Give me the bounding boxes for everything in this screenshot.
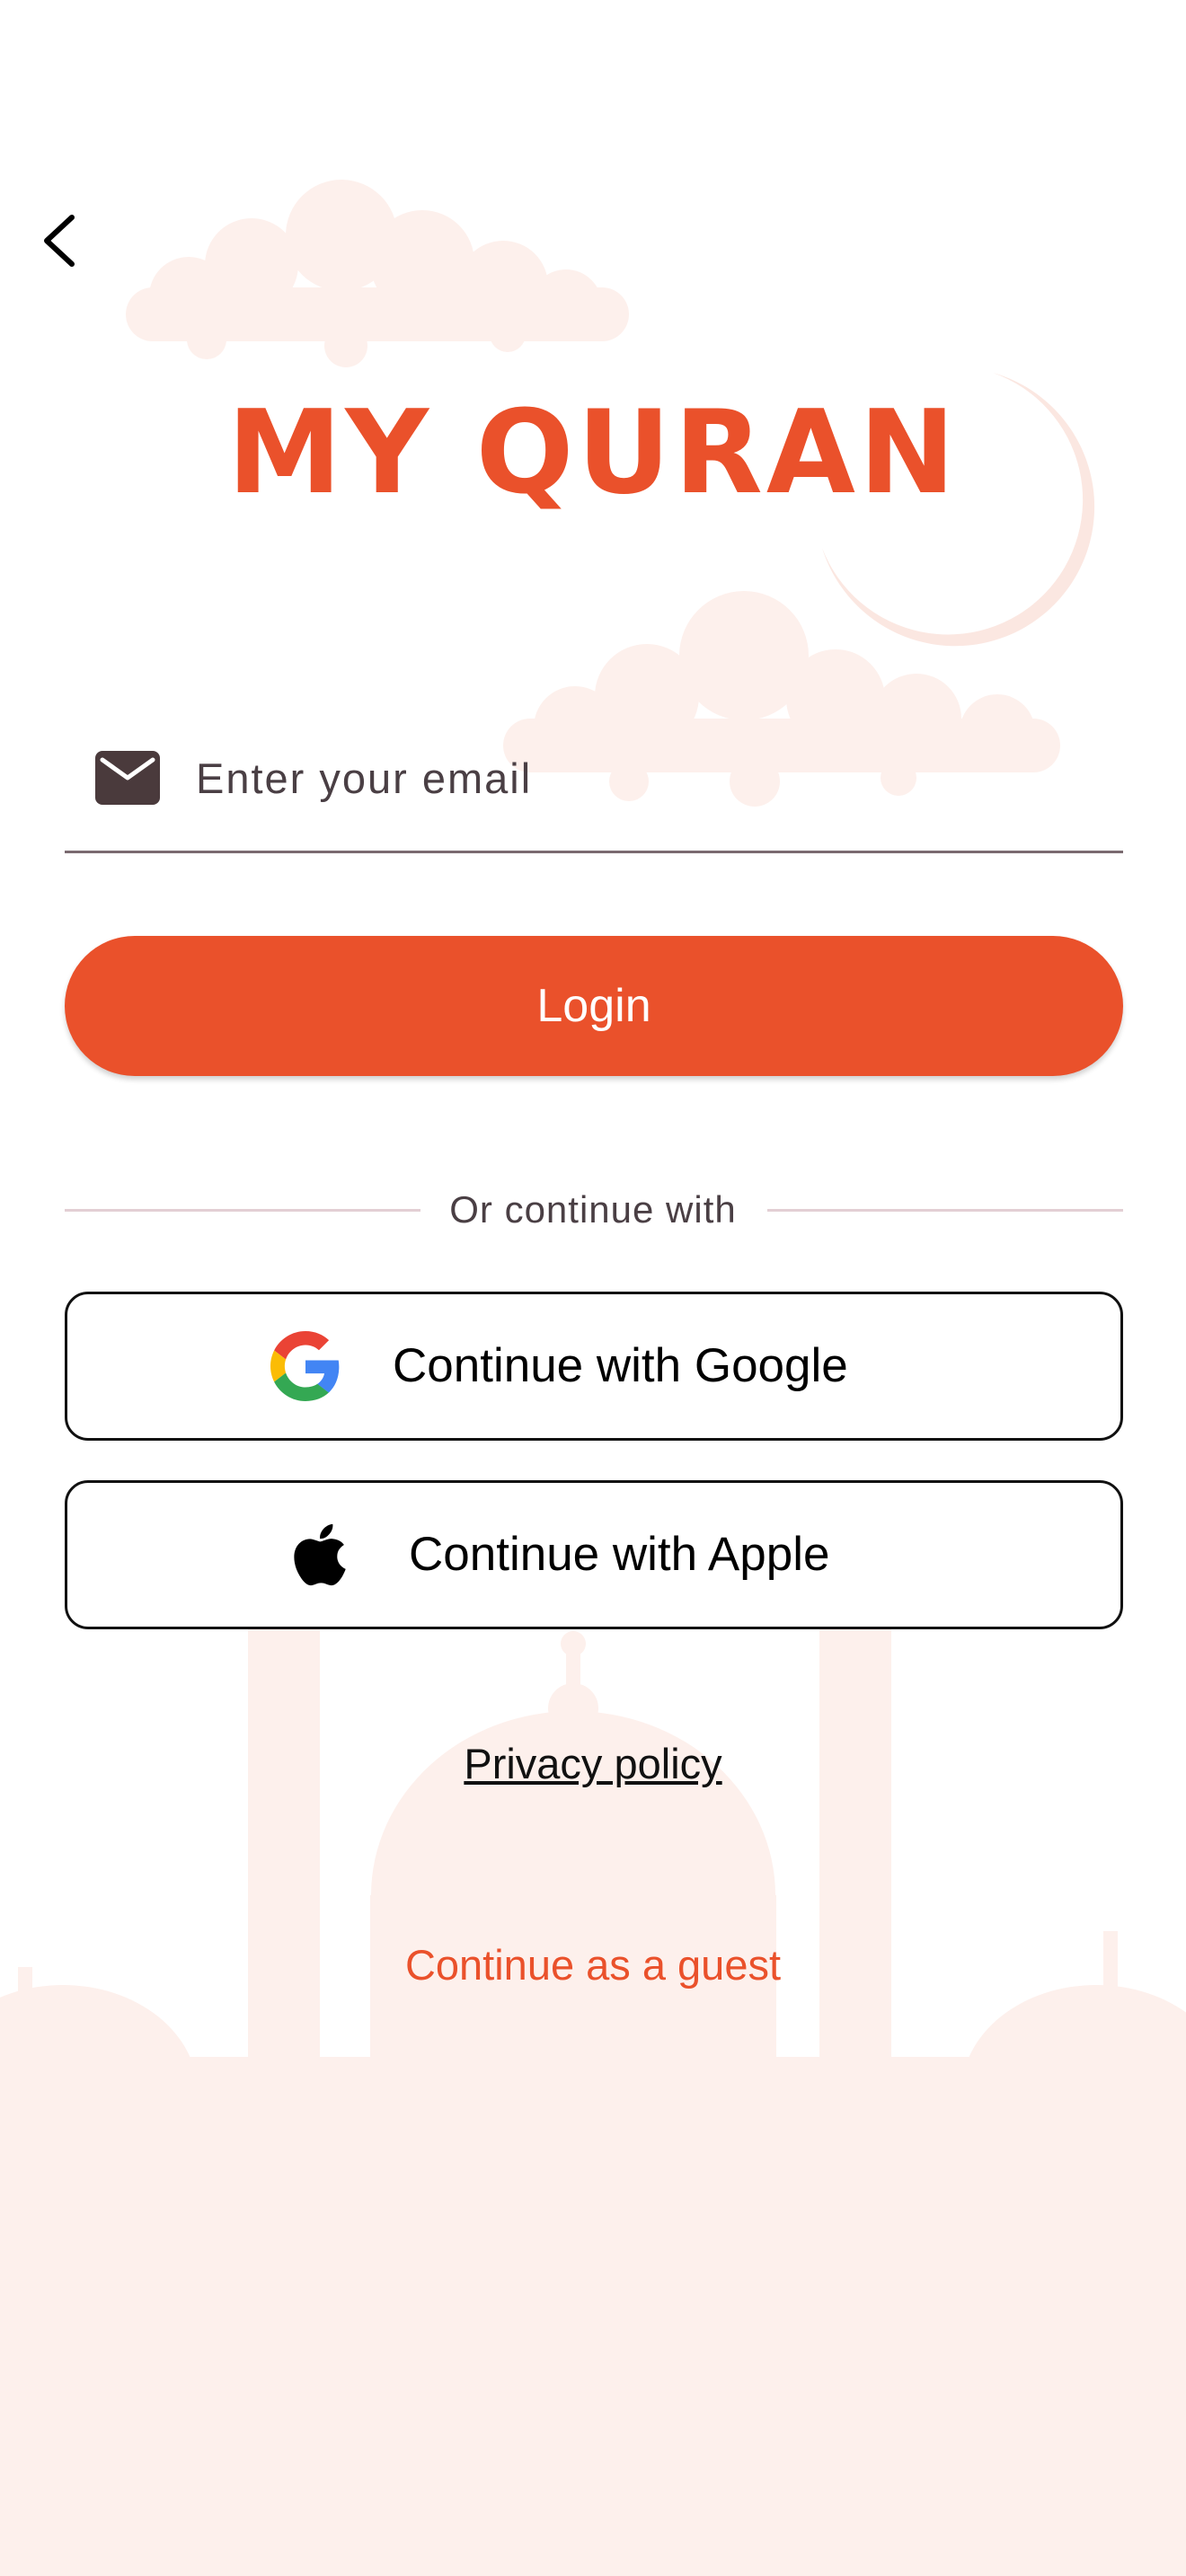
chevron-left-icon xyxy=(44,215,75,267)
email-input[interactable] xyxy=(196,742,1094,814)
login-button[interactable]: Login xyxy=(65,936,1123,1076)
privacy-policy-link[interactable]: Privacy policy xyxy=(0,1735,1186,1793)
divider-text: Or continue with xyxy=(449,1188,737,1231)
apple-signin-label: Continue with Apple xyxy=(409,1528,830,1581)
google-signin-button[interactable]: Continue with Google xyxy=(65,1292,1123,1441)
divider-line-left xyxy=(65,1209,420,1212)
google-icon xyxy=(270,1331,340,1401)
email-field[interactable] xyxy=(65,726,1123,853)
apple-icon xyxy=(294,1523,346,1586)
back-button[interactable] xyxy=(32,203,86,278)
apple-signin-button[interactable]: Continue with Apple xyxy=(65,1480,1123,1629)
mosque-silhouette xyxy=(0,1527,1186,2576)
continue-as-guest-link[interactable]: Continue as a guest xyxy=(0,1936,1186,1994)
envelope-icon xyxy=(95,751,160,805)
app-title: MY QURAN xyxy=(226,386,960,520)
divider-line-right xyxy=(767,1209,1123,1212)
google-signin-label: Continue with Google xyxy=(393,1339,848,1392)
cloud-icon xyxy=(126,180,629,367)
